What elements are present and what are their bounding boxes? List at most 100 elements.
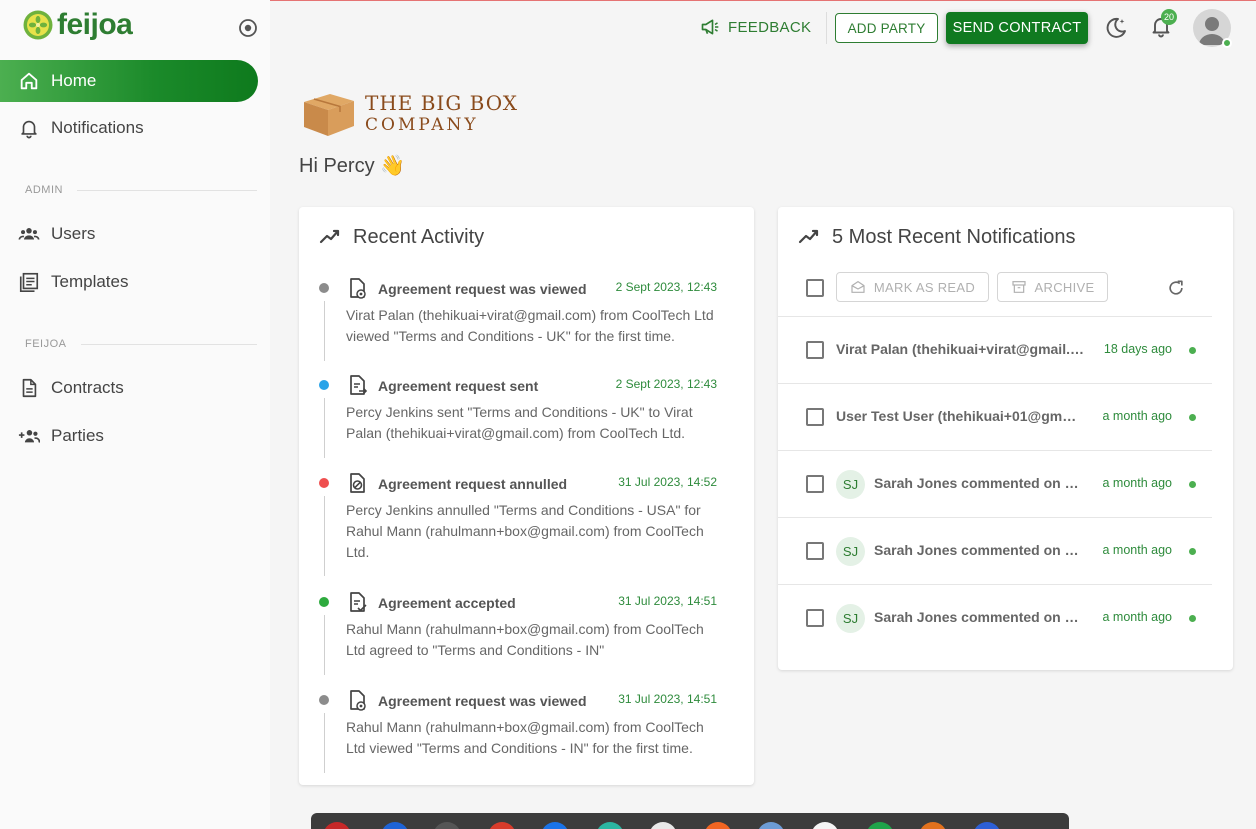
notification-text: Sarah Jones commented on a document [874, 475, 1082, 491]
notification-row[interactable]: SJ Sarah Jones commented on a document a m… [778, 450, 1212, 516]
notification-text: Virat Palan (thehikuai+virat@gmail.com) … [836, 341, 1086, 357]
notification-checkbox[interactable] [806, 475, 824, 493]
sidebar-item-notifications[interactable]: Notifications [0, 107, 258, 149]
activity-timestamp: 2 Sept 2023, 12:43 [615, 280, 717, 294]
status-dot [319, 283, 329, 293]
notification-checkbox[interactable] [806, 542, 824, 560]
envelope-open-icon [851, 281, 865, 293]
sidebar-item-label: Notifications [51, 118, 144, 137]
dock-app-icon[interactable] [757, 822, 785, 829]
archive-button[interactable]: ARCHIVE [997, 272, 1108, 302]
sidebar-item-label: Users [51, 224, 96, 243]
recent-activity-title: Recent Activity [353, 225, 485, 248]
unread-dot [1189, 548, 1196, 555]
dock-app-icon[interactable] [323, 822, 351, 829]
home-icon [20, 72, 38, 90]
notification-time: a month ago [1102, 409, 1173, 423]
document-blocked-icon [350, 473, 365, 493]
megaphone-icon [701, 19, 719, 35]
notification-row[interactable]: SJ Sarah Jones commented on a document a m… [778, 584, 1212, 650]
notifications-header: 5 Most Recent Notifications [798, 225, 1075, 249]
sidebar-item-users[interactable]: Users [0, 213, 258, 255]
contract-icon [22, 378, 37, 398]
dock-app-icon[interactable] [596, 822, 624, 829]
activity-title: Agreement request was viewed [378, 281, 587, 297]
dock-app-icon[interactable] [704, 822, 732, 829]
feedback-label: FEEDBACK [728, 18, 812, 36]
dock-app-icon[interactable] [488, 822, 516, 829]
notification-row[interactable]: SJ Sarah Jones commented on a document a m… [778, 517, 1212, 583]
dock-app-icon[interactable] [381, 822, 409, 829]
feijoa-logo[interactable]: feijoa [22, 8, 133, 42]
sidebar-item-home[interactable]: Home [0, 60, 258, 102]
timeline-line [323, 398, 325, 458]
trending-icon [319, 229, 340, 244]
status-dot [319, 695, 329, 705]
sidebar-item-templates[interactable]: Templates [0, 261, 258, 303]
refresh-icon[interactable] [1166, 278, 1186, 298]
sidebar-item-parties[interactable]: Parties [0, 415, 258, 457]
avatar-initials: SJ [836, 470, 865, 499]
collapse-sidebar-icon[interactable] [237, 17, 259, 39]
trending-icon [798, 229, 819, 244]
notification-time: a month ago [1102, 476, 1173, 490]
activity-timestamp: 2 Sept 2023, 12:43 [615, 377, 717, 391]
bell-icon [21, 120, 37, 139]
activity-description: Virat Palan (thehikuai+virat@gmail.com) … [346, 307, 714, 344]
timeline-line [323, 496, 325, 576]
mark-as-read-button[interactable]: MARK AS READ [836, 272, 989, 302]
activity-description: Percy Jenkins annulled "Terms and Condit… [346, 502, 704, 560]
feedback-button[interactable]: FEEDBACK [700, 17, 811, 37]
sidebar: feijoa Home Notifications ADMIN Users Te… [0, 0, 270, 829]
select-all-checkbox[interactable] [806, 279, 824, 297]
notification-time: a month ago [1102, 610, 1173, 624]
dock-app-icon[interactable] [541, 822, 569, 829]
sidebar-item-contracts[interactable]: Contracts [0, 367, 258, 409]
dock-app-icon[interactable] [649, 822, 677, 829]
status-dot [319, 597, 329, 607]
notification-count-badge: 20 [1161, 9, 1177, 25]
sidebar-item-label: Contracts [51, 378, 124, 397]
dock-app-icon[interactable] [919, 822, 947, 829]
taskbar-dock [311, 813, 1069, 829]
status-dot [319, 380, 329, 390]
status-dot [319, 478, 329, 488]
add-party-button[interactable]: ADD PARTY [835, 13, 938, 43]
unread-dot [1189, 481, 1196, 488]
dock-app-icon[interactable] [811, 822, 839, 829]
brand-name: feijoa [57, 8, 133, 41]
users-icon [18, 228, 40, 240]
sidebar-item-label: Templates [51, 272, 129, 291]
activity-description: Rahul Mann (rahulmann+box@gmail.com) fro… [346, 621, 704, 658]
avatar-initials: SJ [836, 537, 865, 566]
cardboard-box-icon [304, 94, 354, 136]
notification-checkbox[interactable] [806, 341, 824, 359]
dock-app-icon[interactable] [866, 822, 894, 829]
activity-title: Agreement request was viewed [378, 693, 587, 709]
templates-icon [19, 272, 39, 292]
activity-timestamp: 31 Jul 2023, 14:52 [618, 475, 717, 489]
notification-checkbox[interactable] [806, 609, 824, 627]
activity-title: Agreement accepted [378, 595, 516, 611]
timeline-line [323, 301, 325, 361]
notifications-title: 5 Most Recent Notifications [832, 225, 1076, 248]
notification-row[interactable]: Virat Palan (thehikuai+virat@gmail.com) … [778, 316, 1212, 382]
dock-app-icon[interactable] [433, 822, 461, 829]
avatar-initials: SJ [836, 604, 865, 633]
notification-row[interactable]: User Test User (thehikuai+01@gmail.com) … [778, 383, 1212, 449]
sidebar-item-label: Parties [51, 426, 104, 445]
dock-app-icon[interactable] [973, 822, 1001, 829]
add-group-icon [18, 430, 40, 443]
notification-text: User Test User (thehikuai+01@gmail.com) … [836, 408, 1082, 424]
document-check-icon [350, 592, 367, 612]
section-label-feijoa: FEIJOA [25, 338, 257, 350]
document-send-icon [350, 375, 368, 395]
document-eye-icon [350, 278, 366, 299]
activity-description: Rahul Mann (rahulmann+box@gmail.com) fro… [346, 719, 704, 756]
feijoa-logo-icon [23, 10, 53, 40]
notification-checkbox[interactable] [806, 408, 824, 426]
theme-toggle-icon[interactable] [1104, 16, 1128, 40]
unread-dot [1189, 414, 1196, 421]
company-logo: THE BIG BOX COMPANY [300, 88, 518, 140]
send-contract-button[interactable]: SEND CONTRACT [946, 12, 1088, 44]
